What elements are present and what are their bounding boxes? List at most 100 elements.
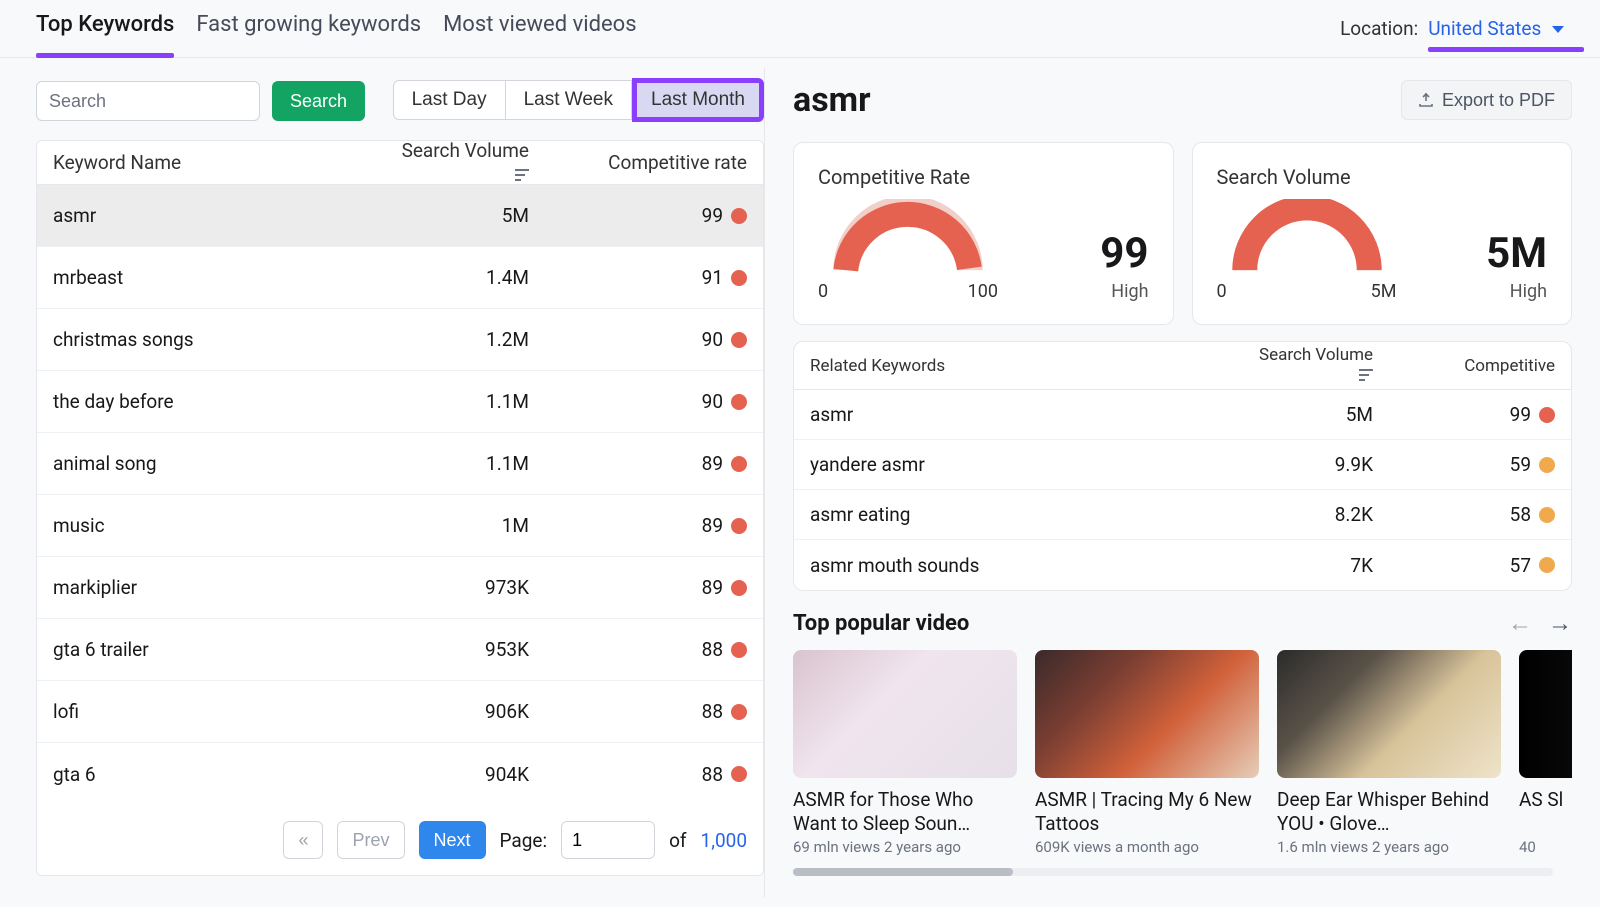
cell-competitive-rate: 88: [557, 700, 747, 723]
cell-related-cr: 99: [1405, 403, 1555, 426]
cell-related-keyword: yandere asmr: [810, 453, 1255, 476]
table-row[interactable]: gta 6 trailer953K88: [37, 619, 763, 681]
range-last-week[interactable]: Last Week: [506, 80, 632, 120]
search-controls: Search Last Day Last Week Last Month: [36, 80, 764, 122]
cell-competitive-rate: 90: [557, 390, 747, 413]
search-input[interactable]: [36, 81, 260, 121]
export-pdf-button[interactable]: Export to PDF: [1401, 80, 1572, 120]
carousel-scrollbar[interactable]: [793, 868, 1553, 876]
video-thumbnail: [1035, 650, 1259, 778]
location-label: Location:: [1340, 17, 1418, 40]
location-selector[interactable]: Location: United States: [1340, 17, 1564, 42]
video-card[interactable]: ASMR for Those Who Want to Sleep Soun…69…: [793, 650, 1017, 856]
cell-related-keyword: asmr: [810, 403, 1255, 426]
range-last-month[interactable]: Last Month: [632, 78, 764, 122]
cell-related-sv: 5M: [1255, 403, 1405, 426]
location-value[interactable]: United States: [1428, 17, 1564, 42]
page-label: Page:: [500, 829, 548, 852]
table-row[interactable]: animal song1.1M89: [37, 433, 763, 495]
page-input[interactable]: [561, 821, 655, 859]
video-card[interactable]: AS Sl40: [1519, 650, 1572, 856]
video-title: AS Sl: [1519, 788, 1572, 836]
video-card[interactable]: Deep Ear Whisper Behind YOU • Glove…1.6 …: [1277, 650, 1501, 856]
cell-competitive-rate: 90: [557, 328, 747, 351]
col-related-keyword[interactable]: Related Keywords: [810, 356, 1255, 376]
tab-most-viewed[interactable]: Most viewed videos: [443, 12, 636, 47]
cell-search-volume: 1.4M: [387, 266, 557, 289]
carousel-prev-icon[interactable]: ←: [1508, 609, 1532, 638]
page-of-label: of: [669, 829, 686, 852]
detail-header: asmr Export to PDF: [793, 80, 1572, 120]
export-label: Export to PDF: [1442, 90, 1555, 111]
video-thumbnail: [793, 650, 1017, 778]
cell-related-keyword: asmr mouth sounds: [810, 554, 1255, 577]
col-competitive-rate[interactable]: Competitive rate: [557, 151, 747, 174]
related-header: Related Keywords Search Volume Competiti…: [794, 342, 1571, 390]
video-card[interactable]: ASMR | Tracing My 6 New Tattoos 609K view…: [1035, 650, 1259, 856]
gauge-min: 0: [1217, 281, 1227, 302]
competitive-dot-icon: [731, 704, 747, 720]
table-row[interactable]: christmas songs1.2M90: [37, 309, 763, 371]
table-row[interactable]: the day before1.1M90: [37, 371, 763, 433]
table-row[interactable]: mrbeast1.4M91: [37, 247, 763, 309]
related-row[interactable]: asmr eating8.2K58: [794, 490, 1571, 540]
cell-keyword: markiplier: [53, 576, 387, 599]
cell-search-volume: 906K: [387, 700, 557, 723]
cell-keyword: music: [53, 514, 387, 537]
tab-fast-growing[interactable]: Fast growing keywords: [196, 12, 421, 47]
chevron-down-icon: [1552, 26, 1564, 33]
competitive-dot-icon: [731, 332, 747, 348]
table-row[interactable]: gta 6904K88: [37, 743, 763, 805]
related-row[interactable]: asmr5M99: [794, 390, 1571, 440]
first-page-button[interactable]: «: [283, 821, 323, 859]
cell-keyword: gta 6: [53, 763, 387, 786]
cell-keyword: christmas songs: [53, 328, 387, 351]
table-row[interactable]: markiplier973K89: [37, 557, 763, 619]
gauge-sub: High: [1486, 281, 1547, 302]
gauge-max: 100: [968, 281, 998, 302]
competitive-dot-icon: [731, 766, 747, 782]
video-title: ASMR for Those Who Want to Sleep Soun…: [793, 788, 1017, 836]
competitive-dot-icon: [1539, 457, 1555, 473]
video-carousel[interactable]: ASMR for Those Who Want to Sleep Soun…69…: [793, 650, 1572, 856]
carousel-arrows: ← →: [1508, 609, 1572, 638]
col-related-sv[interactable]: Search Volume: [1255, 345, 1405, 386]
gauge-arc-icon: [818, 199, 998, 279]
related-row[interactable]: yandere asmr9.9K59: [794, 440, 1571, 490]
range-last-day[interactable]: Last Day: [393, 80, 506, 120]
carousel-next-icon[interactable]: →: [1548, 609, 1572, 638]
sort-desc-icon: [515, 163, 529, 186]
related-keywords-table: Related Keywords Search Volume Competiti…: [793, 341, 1572, 591]
gauge-search-volume: Search Volume 0 5M: [1192, 142, 1573, 325]
table-row[interactable]: asmr5M99: [37, 185, 763, 247]
detail-title: asmr: [793, 80, 871, 120]
cell-competitive-rate: 89: [557, 452, 747, 475]
col-search-volume[interactable]: Search Volume: [387, 140, 557, 186]
gauge-max: 5M: [1371, 281, 1397, 302]
competitive-dot-icon: [731, 456, 747, 472]
page-total[interactable]: 1,000: [701, 829, 747, 852]
cell-related-keyword: asmr eating: [810, 503, 1255, 526]
cell-related-cr: 58: [1405, 503, 1555, 526]
next-page-button[interactable]: Next: [419, 821, 486, 859]
table-row[interactable]: lofi906K88: [37, 681, 763, 743]
video-title: ASMR | Tracing My 6 New Tattoos: [1035, 788, 1259, 836]
tab-top-keywords[interactable]: Top Keywords: [36, 12, 174, 47]
gauge-competitive-rate: Competitive Rate 0 100: [793, 142, 1174, 325]
table-row[interactable]: music1M89: [37, 495, 763, 557]
main-tabs: Top Keywords Fast growing keywords Most …: [36, 12, 637, 47]
cell-related-sv: 7K: [1255, 554, 1405, 577]
pagination: « Prev Next Page: of 1,000: [37, 805, 763, 875]
col-keyword-name[interactable]: Keyword Name: [53, 151, 387, 174]
cell-keyword: animal song: [53, 452, 387, 475]
prev-page-button[interactable]: Prev: [337, 821, 404, 859]
cell-related-cr: 59: [1405, 453, 1555, 476]
related-row[interactable]: asmr mouth sounds7K57: [794, 540, 1571, 590]
gauge-arc-icon: [1217, 199, 1397, 279]
cell-search-volume: 1.2M: [387, 328, 557, 351]
video-meta: 609K views a month ago: [1035, 838, 1259, 856]
search-button[interactable]: Search: [272, 81, 365, 121]
col-related-cr[interactable]: Competitive: [1405, 356, 1555, 376]
competitive-dot-icon: [731, 580, 747, 596]
top-videos-header: Top popular video ← →: [793, 609, 1572, 638]
